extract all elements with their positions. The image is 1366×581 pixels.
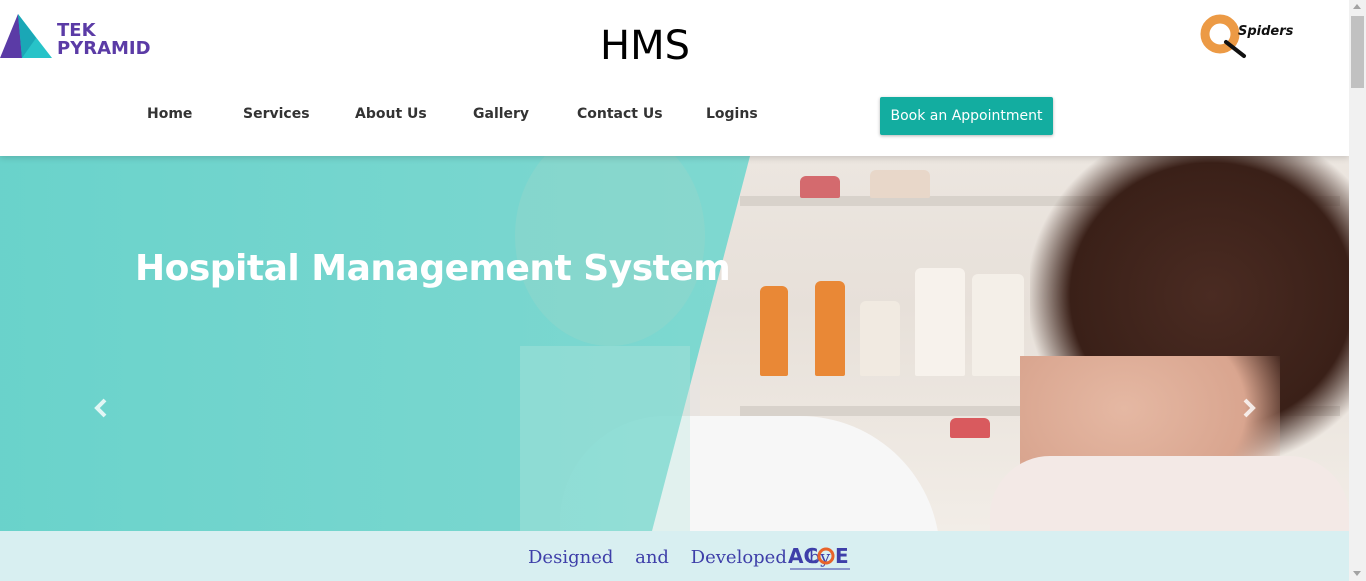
scroll-up-icon[interactable]: [1353, 4, 1361, 9]
chevron-left-icon[interactable]: [90, 396, 114, 420]
qspiders-logo[interactable]: Spiders: [1200, 14, 1300, 60]
nav-about-us[interactable]: About Us: [355, 106, 427, 122]
svg-text:AC: AC: [788, 544, 818, 568]
book-appointment-button[interactable]: Book an Appointment: [880, 97, 1053, 135]
nav-contact-us[interactable]: Contact Us: [577, 106, 663, 122]
hero-title: Hospital Management System: [135, 248, 731, 289]
svg-text:E: E: [835, 544, 849, 568]
credit-text: Designed and Developed by: [528, 547, 831, 568]
qspiders-text: Spiders: [1238, 24, 1294, 39]
nav-gallery[interactable]: Gallery: [473, 106, 529, 122]
nav-logins[interactable]: Logins: [706, 106, 758, 122]
acoe-logo[interactable]: AC E: [788, 543, 854, 575]
site-header: TEK PYRAMID HMS Spiders Home Services Ab…: [0, 0, 1349, 156]
page: TEK PYRAMID HMS Spiders Home Services Ab…: [0, 0, 1349, 581]
hero-carousel: Hospital Management System: [0, 156, 1349, 531]
footer-credit-bar: Designed and Developed by AC E: [0, 531, 1349, 581]
site-title: HMS: [600, 23, 690, 69]
main-nav: Home Services About Us Gallery Contact U…: [0, 98, 860, 134]
scroll-thumb[interactable]: [1351, 16, 1364, 88]
chevron-right-icon[interactable]: [1236, 396, 1260, 420]
teal-overlay: [0, 156, 750, 531]
acoe-icon: AC E: [788, 544, 850, 570]
nav-home[interactable]: Home: [147, 106, 192, 122]
scroll-down-icon[interactable]: [1353, 571, 1361, 576]
page-scrollbar[interactable]: [1349, 0, 1366, 581]
nav-services[interactable]: Services: [243, 106, 310, 122]
